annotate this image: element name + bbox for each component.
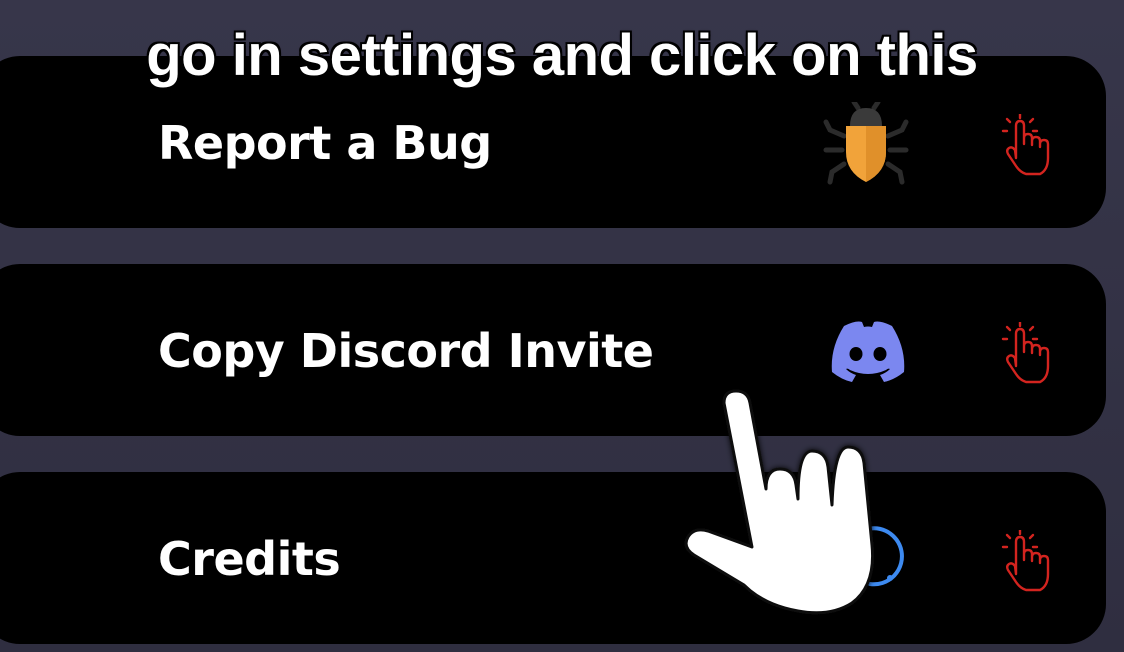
credits-label: Credits — [158, 532, 341, 586]
discord-icon — [831, 321, 905, 382]
bug-icon — [823, 102, 909, 185]
tap-hand-icon — [1001, 322, 1050, 384]
tap-hand-icon — [1001, 530, 1050, 592]
copy-discord-invite-row[interactable]: Copy Discord Invite — [0, 264, 1106, 436]
tap-hand-icon — [1001, 114, 1050, 176]
credits-row[interactable]: Credits — [0, 472, 1106, 644]
copy-discord-invite-label: Copy Discord Invite — [158, 324, 654, 378]
caption-overlay: go in settings and click on this — [145, 22, 980, 90]
report-bug-label: Report a Bug — [158, 116, 492, 170]
pointing-hand-icon — [684, 389, 875, 615]
